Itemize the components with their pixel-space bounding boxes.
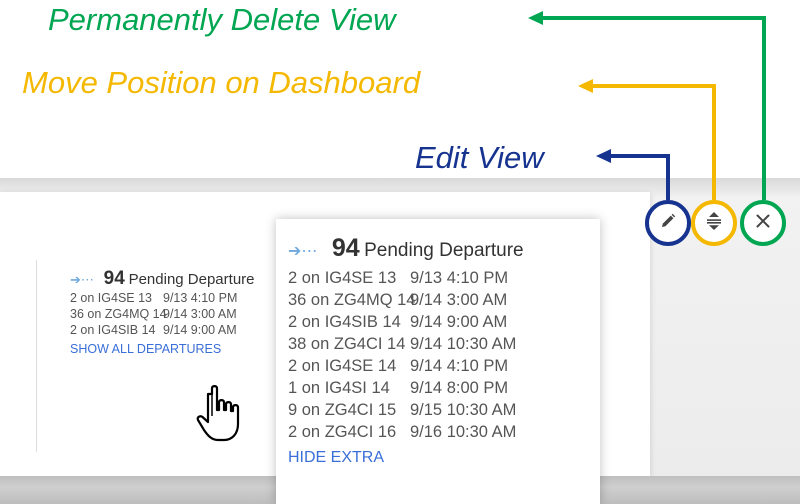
close-icon xyxy=(755,213,771,233)
tile-row: 36 on ZG4MQ 149/14 3:00 AM xyxy=(70,306,280,322)
popup-label: Pending Departure xyxy=(364,240,524,261)
popup-row: 1 on IG4SI 14 9/14 8:00 PM xyxy=(288,377,600,399)
reorder-icon xyxy=(705,211,723,235)
departure-time: 9/14 3:00 AM xyxy=(163,307,237,321)
delete-arrowhead xyxy=(528,11,543,25)
flight-text: 2 on IG4SIB 14 xyxy=(288,313,401,331)
flight-text: 36 on ZG4MQ 14 xyxy=(70,307,167,321)
flight-text: 2 on IG4SE 13 xyxy=(70,291,153,305)
departure-time: 9/13 4:10 PM xyxy=(163,291,238,305)
departure-time: 9/13 4:10 PM xyxy=(410,269,509,287)
departure-time: 9/15 10:30 AM xyxy=(410,401,517,419)
move-position-callout: Move Position on Dashboard xyxy=(22,65,421,100)
popup-row: 2 on IG4SE 14 9/14 4:10 PM xyxy=(288,355,600,377)
tile-label: Pending Departure xyxy=(128,271,255,288)
departure-time: 9/14 8:00 PM xyxy=(410,379,509,397)
edit-arrowhead xyxy=(596,149,611,163)
flight-text: 36 on ZG4MQ 14 xyxy=(288,291,416,309)
hide-extra-link[interactable]: HIDE EXTRA xyxy=(288,449,600,467)
popup-header: ➔⋯ 94 Pending Departure xyxy=(288,233,600,263)
view-divider xyxy=(36,260,37,452)
popup-row: 38 on ZG4CI 14 9/14 10:30 AM xyxy=(288,333,600,355)
move-position-button[interactable] xyxy=(691,200,737,246)
edit-view-button[interactable] xyxy=(645,200,691,246)
departure-time: 9/14 9:00 AM xyxy=(410,313,508,331)
tile-row: 2 on IG4SIB 14 9/14 9:00 AM xyxy=(70,322,280,338)
popup-departure-list: 2 on IG4SE 13 9/13 4:10 PM 36 on ZG4MQ 149… xyxy=(288,267,600,443)
tile-departure-list: 2 on IG4SE 13 9/13 4:10 PM 36 on ZG4MQ 149… xyxy=(70,290,280,338)
departure-arrow-icon: ➔⋯ xyxy=(70,272,94,287)
popup-row: 2 on IG4SIB 14 9/14 9:00 AM xyxy=(288,311,600,333)
tile-row: 2 on IG4SE 13 9/13 4:10 PM xyxy=(70,290,280,306)
departure-time: 9/16 10:30 AM xyxy=(410,423,517,441)
departure-time: 9/14 4:10 PM xyxy=(410,357,509,375)
flight-text: 2 on ZG4CI 16 xyxy=(288,423,397,441)
flight-text: 38 on ZG4CI 14 xyxy=(288,335,406,353)
delete-callout-arrow xyxy=(540,16,766,200)
hand-cursor-icon xyxy=(196,385,240,442)
flight-text: 1 on IG4SI 14 xyxy=(288,379,390,397)
pending-departure-popup: ➔⋯ 94 Pending Departure 2 on IG4SE 13 9/1… xyxy=(276,219,600,504)
show-all-departures-link[interactable]: SHOW ALL DEPARTURES xyxy=(70,342,280,356)
departure-time: 9/14 3:00 AM xyxy=(410,291,508,309)
departure-arrow-icon: ➔⋯ xyxy=(288,243,318,260)
delete-view-callout: Permanently Delete View xyxy=(48,2,396,37)
tile-header: ➔⋯ 94 Pending Departure xyxy=(70,268,280,290)
delete-view-button[interactable] xyxy=(740,200,786,246)
pencil-icon xyxy=(659,212,677,234)
popup-count: 94 xyxy=(331,234,360,262)
popup-row: 36 on ZG4MQ 149/14 3:00 AM xyxy=(288,289,600,311)
popup-row: 2 on ZG4CI 16 9/16 10:30 AM xyxy=(288,421,600,443)
popup-row: 2 on IG4SE 13 9/13 4:10 PM xyxy=(288,267,600,289)
flight-text: 2 on IG4SIB 14 xyxy=(70,323,156,337)
tile-count: 94 xyxy=(103,268,125,289)
edit-view-callout: Edit View xyxy=(415,140,544,175)
departure-time: 9/14 10:30 AM xyxy=(410,335,517,353)
pending-departure-tile: ➔⋯ 94 Pending Departure 2 on IG4SE 13 9/1… xyxy=(70,268,280,356)
flight-text: 2 on IG4SE 13 xyxy=(288,269,397,287)
flight-text: 9 on ZG4CI 15 xyxy=(288,401,397,419)
popup-row: 9 on ZG4CI 15 9/15 10:30 AM xyxy=(288,399,600,421)
move-arrowhead xyxy=(578,79,593,93)
flight-text: 2 on IG4SE 14 xyxy=(288,357,397,375)
departure-time: 9/14 9:00 AM xyxy=(163,323,237,337)
